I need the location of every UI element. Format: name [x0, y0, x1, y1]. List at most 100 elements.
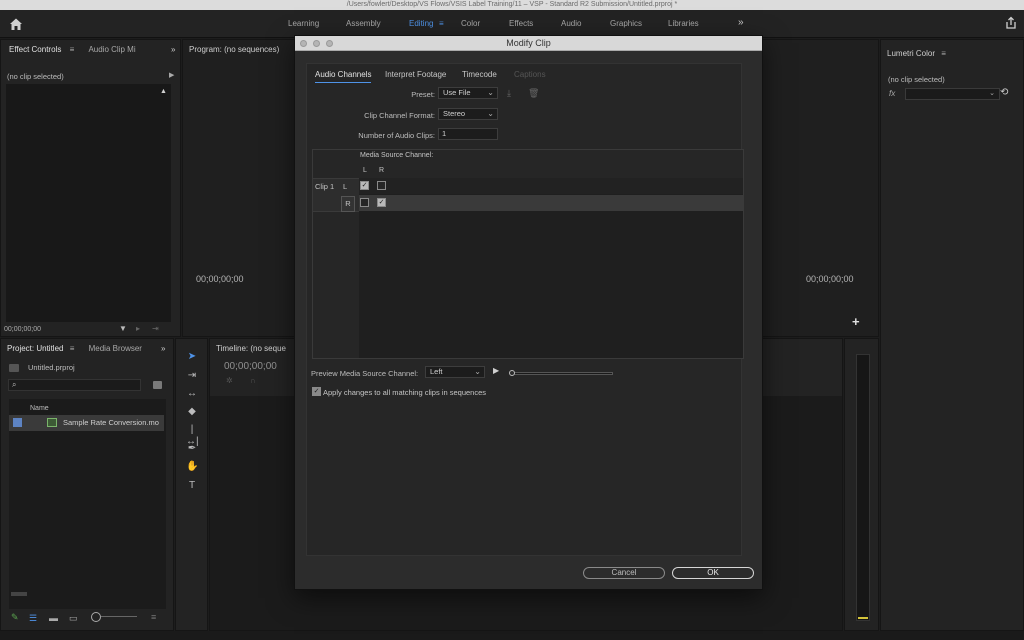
label-color-icon: [13, 418, 22, 427]
clip-channel-format-select[interactable]: Stereo ⌄: [438, 108, 498, 120]
r-to-r-checkbox[interactable]: ✓: [377, 198, 386, 207]
preset-value: Use File: [443, 88, 471, 97]
tab-project[interactable]: Project: Untitled: [7, 339, 63, 359]
l-to-l-checkbox[interactable]: ✓: [360, 181, 369, 190]
slip-tool-icon[interactable]: |↔|: [186, 424, 199, 447]
ripple-edit-tool-icon[interactable]: ↔: [186, 388, 198, 400]
home-icon[interactable]: [8, 16, 24, 32]
preview-scrubber[interactable]: [510, 372, 613, 375]
workspace-tab-learning[interactable]: Learning: [288, 19, 319, 28]
zoom-slider-track[interactable]: [101, 616, 137, 617]
panel-more-icon[interactable]: »: [171, 40, 175, 60]
hand-tool-icon[interactable]: ✋: [186, 461, 198, 473]
effect-controls-menu-icon[interactable]: ≡: [70, 45, 75, 54]
pencil-icon[interactable]: ✎: [11, 612, 19, 623]
column-l-label: L: [363, 167, 367, 174]
apply-to-matching-checkbox[interactable]: ✓: [312, 387, 321, 396]
icon-view-icon[interactable]: ▬: [49, 613, 58, 623]
chevron-down-icon: ⌄: [474, 367, 481, 376]
preview-scrubber-handle[interactable]: [509, 370, 515, 376]
workspace-tab-libraries[interactable]: Libraries: [668, 19, 699, 28]
zoom-slider-handle[interactable]: [91, 612, 101, 622]
loop-icon[interactable]: ⇥: [152, 324, 159, 333]
lumetri-panel: Lumetri Color ≡ (no clip selected) fx ⌄ …: [880, 39, 1024, 631]
project-more-icon[interactable]: »: [161, 339, 165, 359]
clip-channel-format-value: Stereo: [443, 109, 466, 118]
column-name-header[interactable]: Name: [30, 405, 49, 412]
row-r-label: R: [341, 196, 355, 212]
sort-icon[interactable]: ≡: [151, 612, 156, 622]
program-timecode-left[interactable]: 00;00;00;00: [196, 274, 244, 284]
expand-arrow-icon[interactable]: ▶: [169, 71, 174, 79]
linked-selection-icon[interactable]: ∩: [250, 376, 256, 385]
dialog-titlebar: Modify Clip: [295, 36, 762, 51]
horizontal-scrollbar[interactable]: [11, 592, 27, 596]
tab-timeline[interactable]: Timeline: (no seque: [216, 344, 286, 353]
number-of-audio-clips-input[interactable]: 1: [438, 128, 498, 140]
project-panel: Project: Untitled ≡ Media Browser » Unti…: [0, 338, 174, 631]
timeline-timecode[interactable]: 00;00;00;00: [224, 361, 277, 372]
play-icon[interactable]: ▶: [493, 366, 499, 375]
r-to-l-checkbox[interactable]: [360, 198, 369, 207]
delete-preset-icon[interactable]: 🗑: [528, 88, 539, 99]
workspace-tab-effects[interactable]: Effects: [509, 19, 533, 28]
tab-media-browser[interactable]: Media Browser: [89, 344, 142, 353]
play-audio-icon[interactable]: ▸: [136, 324, 140, 333]
preset-select[interactable]: Use File ⌄: [438, 87, 498, 99]
tab-effect-controls[interactable]: Effect Controls: [7, 40, 63, 60]
project-search-input[interactable]: ⌕: [8, 379, 141, 391]
pen-tool-icon[interactable]: ✒: [186, 443, 198, 455]
workspace-tab-audio[interactable]: Audio: [561, 19, 581, 28]
snap-icon[interactable]: ✲: [226, 376, 233, 385]
workspace-bar: Learning Assembly Editing ≡ Color Effect…: [0, 10, 1024, 38]
workspace-more-icon[interactable]: »: [738, 17, 744, 28]
preview-channel-select[interactable]: Left ⌄: [425, 366, 485, 378]
lumetri-effect-select[interactable]: ⌄: [905, 88, 1000, 100]
project-menu-icon[interactable]: ≡: [70, 344, 75, 353]
effect-controls-timecode[interactable]: 00;00;00;00: [4, 326, 41, 333]
tab-audio-clip-mixer[interactable]: Audio Clip Mi: [88, 45, 135, 54]
tab-timecode[interactable]: Timecode: [462, 70, 497, 79]
reset-icon[interactable]: ⟲: [1000, 87, 1008, 98]
channel-row-l[interactable]: [359, 178, 743, 194]
scroll-up-icon[interactable]: ▲: [160, 88, 167, 95]
filter-icon[interactable]: ▼: [119, 324, 127, 333]
project-item-row[interactable]: Sample Rate Conversion.mo: [9, 415, 164, 431]
workspace-editing-menu-icon[interactable]: ≡: [439, 19, 444, 28]
workspace-tab-assembly[interactable]: Assembly: [346, 19, 381, 28]
column-r-label: R: [379, 167, 385, 174]
save-preset-icon[interactable]: ⤓: [507, 88, 511, 99]
window-title: /Users/fowlert/Desktop/VS Flows/VSIS Lab…: [0, 0, 1024, 10]
project-item-name: Sample Rate Conversion.mo: [63, 418, 159, 427]
program-timecode-right[interactable]: 00;00;00;00: [806, 274, 854, 284]
workspace-tab-editing[interactable]: Editing: [409, 19, 433, 28]
cancel-button[interactable]: Cancel: [583, 567, 665, 579]
track-select-tool-icon[interactable]: ⇥: [186, 370, 198, 382]
channel-mapping-grid: Media Source Channel: L R Clip 1 L R ✓ ✓: [312, 149, 744, 359]
modify-clip-dialog: Modify Clip Audio Channels Interpret Foo…: [294, 35, 763, 590]
tools-panel: ➤ ⇥ ↔ ◆ |↔| ✒ ✋ T: [175, 338, 208, 631]
add-button-icon[interactable]: +: [852, 314, 860, 329]
search-icon: ⌕: [12, 380, 17, 389]
tab-audio-channels[interactable]: Audio Channels: [315, 70, 372, 83]
ok-button[interactable]: OK: [672, 567, 754, 579]
channel-row-r[interactable]: [359, 195, 743, 211]
project-file-name: Untitled.prproj: [28, 363, 75, 372]
list-view-icon[interactable]: ☰: [29, 613, 37, 624]
workspace-tab-color[interactable]: Color: [461, 19, 480, 28]
l-to-r-checkbox[interactable]: [377, 181, 386, 190]
razor-tool-icon[interactable]: ◆: [186, 406, 198, 418]
new-bin-icon[interactable]: [153, 381, 162, 389]
freeform-view-icon[interactable]: ▭: [69, 613, 78, 624]
lumetri-menu-icon[interactable]: ≡: [941, 49, 946, 58]
tab-interpret-footage[interactable]: Interpret Footage: [385, 70, 446, 79]
tab-lumetri-color[interactable]: Lumetri Color: [887, 49, 935, 58]
no-clip-label: (no clip selected): [7, 72, 64, 81]
share-icon[interactable]: [1004, 16, 1018, 30]
selection-tool-icon[interactable]: ➤: [186, 351, 198, 363]
clip-1-label: Clip 1: [315, 182, 335, 191]
type-tool-icon[interactable]: T: [186, 480, 198, 492]
effect-controls-area: [6, 84, 171, 322]
workspace-tab-graphics[interactable]: Graphics: [610, 19, 642, 28]
effect-controls-panel: Effect Controls ≡ Audio Clip Mi » (no cl…: [0, 39, 181, 337]
